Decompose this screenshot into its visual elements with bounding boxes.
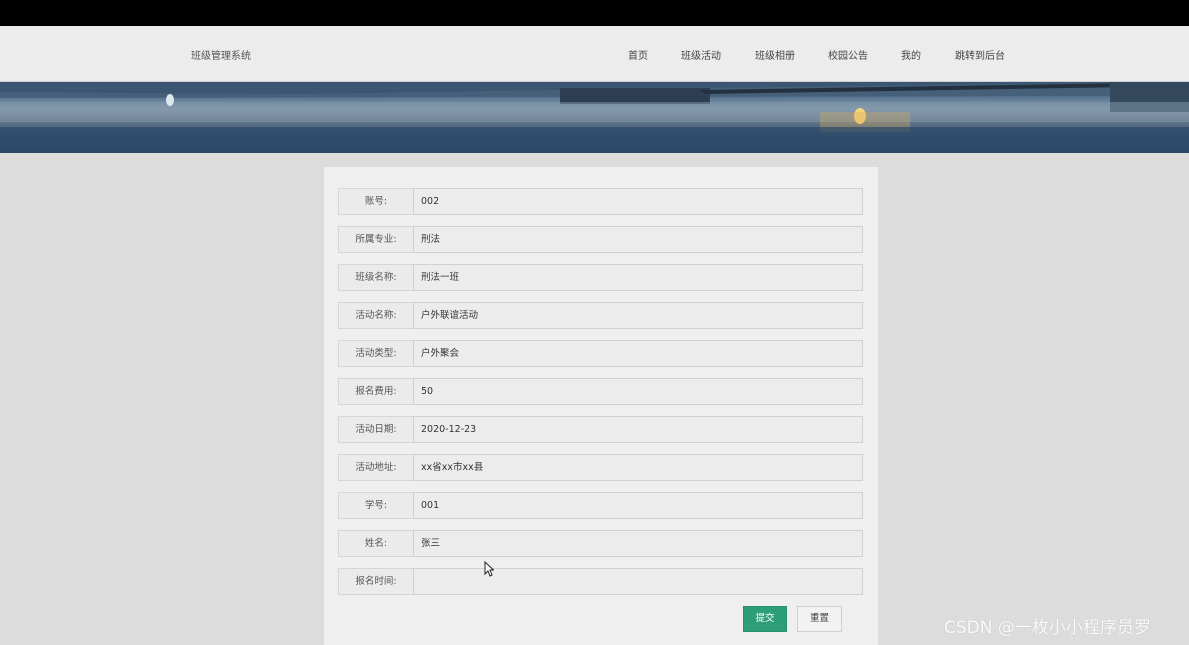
field-activity-name: 活动名称: 户外联谊活动	[338, 302, 863, 329]
activity-name-input[interactable]: 户外联谊活动	[413, 302, 863, 329]
nav-my[interactable]: 我的	[901, 47, 921, 62]
csdn-watermark: CSDN @一枚小小程序员罗	[944, 618, 1151, 638]
field-label: 账号:	[338, 188, 413, 215]
field-label: 活动名称:	[338, 302, 413, 329]
nav-class-activities[interactable]: 班级活动	[681, 47, 721, 62]
student-id-input[interactable]: 001	[413, 492, 863, 519]
field-account: 账号: 002	[338, 188, 863, 215]
field-name: 姓名: 张三	[338, 530, 863, 557]
field-signup-fee: 报名费用: 50	[338, 378, 863, 405]
field-label: 报名时间:	[338, 568, 413, 595]
signup-time-input[interactable]	[413, 568, 863, 595]
field-major: 所属专业: 刑法	[338, 226, 863, 253]
submit-button[interactable]: 提交	[743, 606, 787, 632]
field-activity-date: 活动日期: 2020-12-23	[338, 416, 863, 443]
nav-home[interactable]: 首页	[628, 47, 648, 62]
account-input[interactable]: 002	[413, 188, 863, 215]
field-activity-address: 活动地址: xx省xx市xx县	[338, 454, 863, 481]
field-label: 活动日期:	[338, 416, 413, 443]
class-name-input[interactable]: 刑法一班	[413, 264, 863, 291]
banner-lake-sunset-image	[0, 82, 1189, 153]
activity-date-input[interactable]: 2020-12-23	[413, 416, 863, 443]
mouse-cursor-icon	[484, 560, 495, 580]
field-label: 活动类型:	[338, 340, 413, 367]
field-label: 活动地址:	[338, 454, 413, 481]
site-brand: 班级管理系统	[191, 51, 251, 62]
field-label: 学号:	[338, 492, 413, 519]
major-input[interactable]: 刑法	[413, 226, 863, 253]
activity-type-input[interactable]: 户外聚会	[413, 340, 863, 367]
nav-campus-notices[interactable]: 校园公告	[828, 47, 868, 62]
signup-fee-input[interactable]: 50	[413, 378, 863, 405]
field-label: 所属专业:	[338, 226, 413, 253]
nav-go-to-backend[interactable]: 跳转到后台	[955, 47, 1005, 62]
field-student-id: 学号: 001	[338, 492, 863, 519]
field-signup-time: 报名时间:	[338, 568, 863, 595]
activity-address-input[interactable]: xx省xx市xx县	[413, 454, 863, 481]
top-black-bar	[0, 0, 1189, 26]
field-label: 班级名称:	[338, 264, 413, 291]
field-label: 报名费用:	[338, 378, 413, 405]
name-input[interactable]: 张三	[413, 530, 863, 557]
field-label: 姓名:	[338, 530, 413, 557]
field-activity-type: 活动类型: 户外聚会	[338, 340, 863, 367]
field-class-name: 班级名称: 刑法一班	[338, 264, 863, 291]
site-header: 班级管理系统 首页 班级活动 班级相册 校园公告 我的 跳转到后台	[0, 26, 1189, 82]
reset-button[interactable]: 重置	[797, 606, 842, 632]
nav-class-album[interactable]: 班级相册	[755, 47, 795, 62]
